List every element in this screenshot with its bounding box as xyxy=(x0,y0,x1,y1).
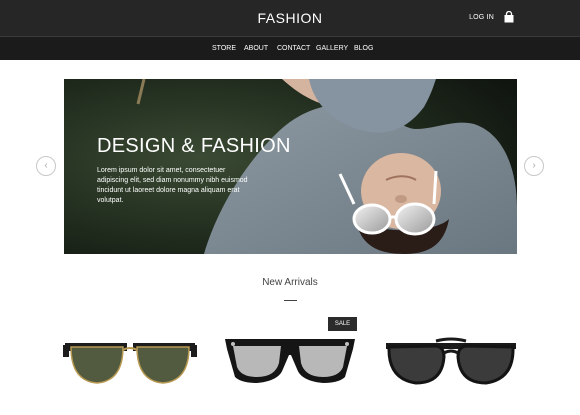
chevron-right-icon: › xyxy=(532,160,536,171)
nav-item-blog[interactable]: BLOG xyxy=(354,37,373,60)
nav-item-store[interactable]: STORE xyxy=(212,37,236,60)
main-nav: STORE ABOUT CONTACT GALLERY BLOG xyxy=(0,36,580,60)
product-card[interactable] xyxy=(384,333,518,393)
hero-title: DESIGN & FASHION xyxy=(97,135,291,157)
nav-item-contact[interactable]: CONTACT xyxy=(277,37,310,60)
product-card[interactable] xyxy=(63,333,197,393)
section-title: New Arrivals xyxy=(262,277,318,288)
product-card[interactable] xyxy=(223,333,357,393)
shopping-bag-icon[interactable] xyxy=(503,10,515,23)
slider-prev-button[interactable]: ‹ xyxy=(36,156,56,176)
sunglasses-clubmaster-icon xyxy=(63,343,197,384)
chevron-left-icon: ‹ xyxy=(44,160,48,171)
nav-item-about[interactable]: ABOUT xyxy=(244,37,268,60)
slider-next-button[interactable]: › xyxy=(524,156,544,176)
sale-badge: SALE xyxy=(328,317,357,331)
section-divider xyxy=(284,300,297,301)
nav-item-gallery[interactable]: GALLERY xyxy=(316,37,348,60)
login-link[interactable]: LOG IN xyxy=(469,0,494,36)
hero-slider: DESIGN & FASHION Lorem ipsum dolor sit a… xyxy=(64,79,517,254)
hero-description: Lorem ipsum dolor sit amet, consectetuer… xyxy=(97,167,248,204)
sunglasses-wayfarer-icon xyxy=(225,339,355,383)
sunglasses-aviator-icon xyxy=(386,337,516,385)
